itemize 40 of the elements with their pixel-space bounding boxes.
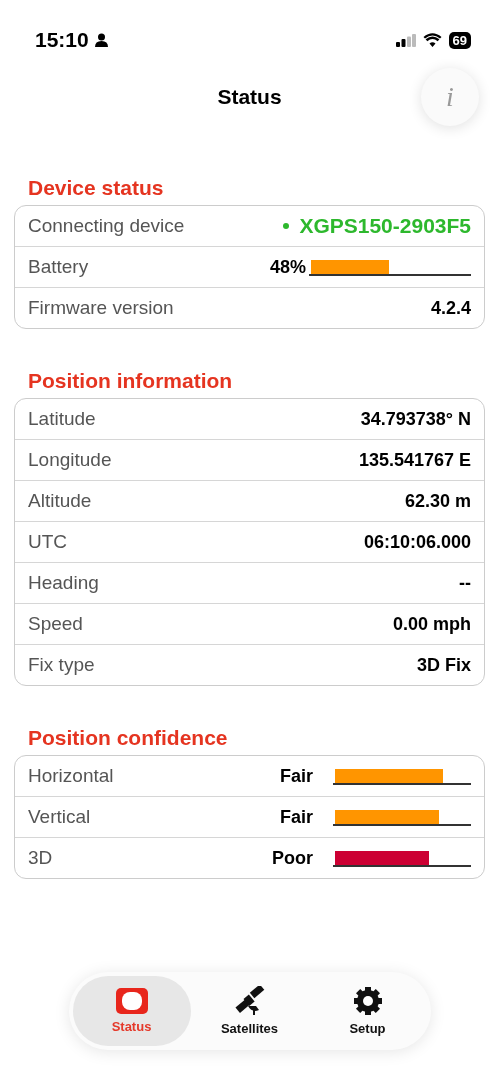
row-label: Longitude (28, 449, 113, 471)
row-value: 62.30 m (404, 490, 471, 512)
rounded-square-icon (115, 988, 148, 1014)
satellite-icon (233, 986, 266, 1016)
battery-indicator: 69 (448, 31, 471, 49)
row-value: Fair (280, 765, 313, 787)
row-label: Vertical (28, 806, 92, 828)
section-heading: Device status (27, 176, 165, 201)
row-label: UTC (28, 531, 69, 553)
signal-icon (395, 33, 416, 47)
row-label: 3D (28, 847, 54, 869)
row-value: 135.541767 E (358, 449, 471, 471)
tab[interactable]: Setup (308, 976, 427, 1046)
row-value: 4.2.4 (430, 297, 471, 319)
row-label: Altitude (28, 490, 93, 512)
row-value: -- (459, 572, 471, 594)
row-value: Fair (280, 806, 313, 828)
row-label: Speed (28, 613, 84, 635)
row-label: Horizontal (28, 765, 115, 787)
row-label: Battery (28, 256, 90, 278)
wifi-icon (422, 33, 442, 47)
settings-icon (352, 986, 383, 1016)
clock-time: 15:10 (35, 28, 89, 52)
row-value: 34.793738° N (360, 408, 471, 430)
section-heading: Position confidence (27, 726, 229, 751)
row-label: Latitude (28, 408, 97, 430)
section-heading: Position information (27, 369, 234, 394)
row-value: 06:10:06.000 (363, 531, 471, 553)
device-name: XGPS150-2903F5 (283, 214, 471, 238)
row-label: Firmware version (28, 297, 175, 319)
row-label: Heading (28, 572, 100, 594)
row-label: Connecting device (28, 215, 186, 237)
row-value: 0.00 mph (392, 613, 471, 635)
person-icon (94, 33, 108, 47)
row-value: 48% (269, 256, 306, 278)
row-label: Fix type (28, 654, 96, 676)
tab[interactable]: Satellites (190, 976, 309, 1046)
page-title: Status (217, 85, 282, 109)
row-value: Poor (272, 847, 313, 869)
row-value: 3D Fix (416, 654, 471, 676)
